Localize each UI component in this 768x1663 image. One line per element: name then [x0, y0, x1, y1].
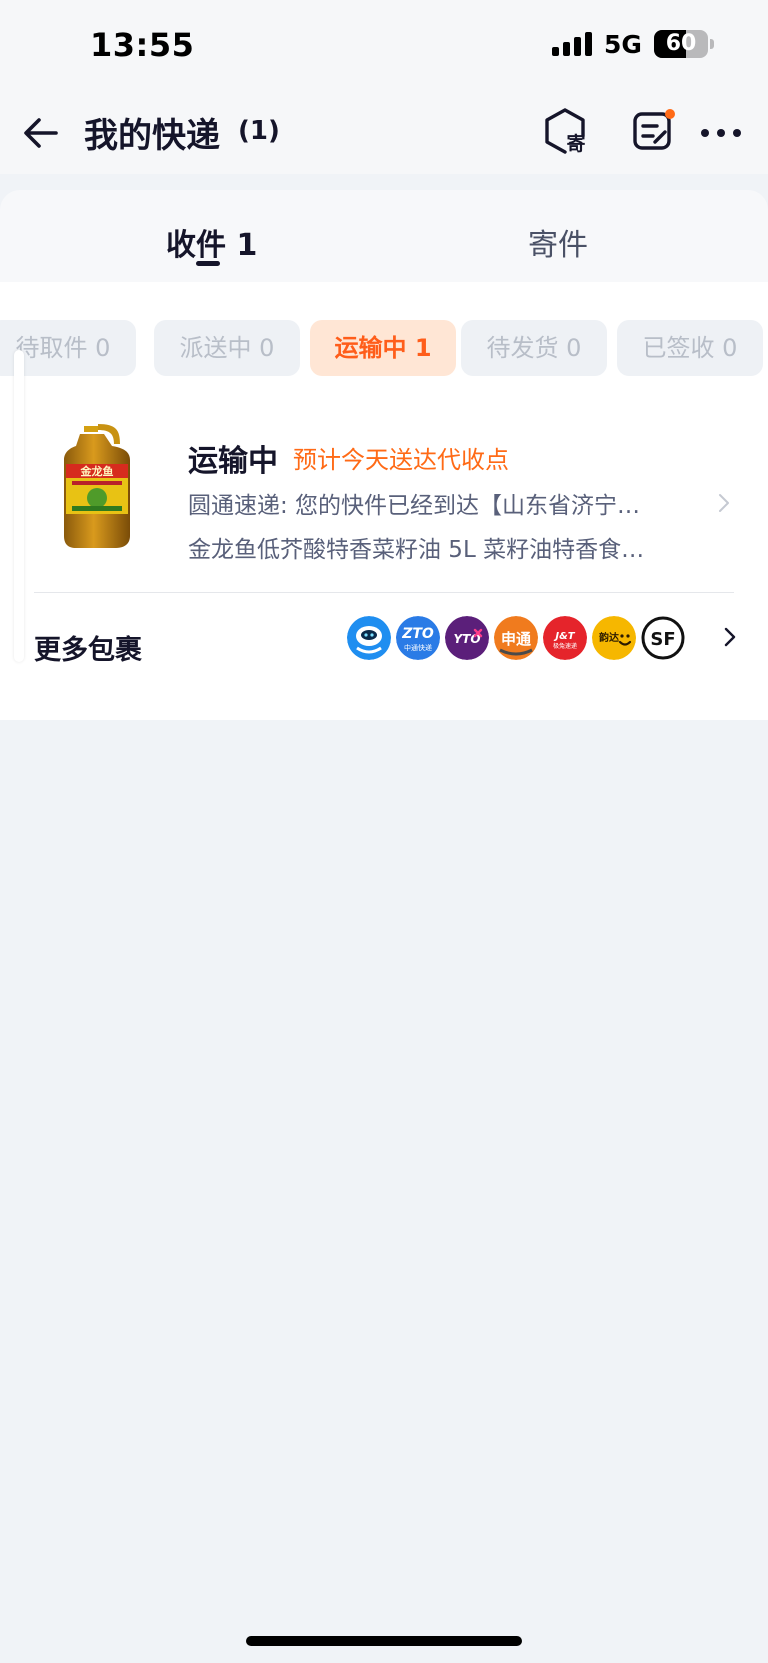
jt-express-logo-icon: J&T 极兔速递 [543, 616, 587, 660]
package-card[interactable]: 金龙鱼 运输中 预计今天送达代收点 圆通速递: 您的快件已经到达【山东省济宁… … [0, 392, 768, 592]
main-card: 收件 1 寄件 待取件 0 派送中 0 运输中 1 待发货 0 已签收 0 金龙… [0, 190, 768, 720]
more-options-icon[interactable] [696, 110, 746, 156]
product-image: 金龙鱼 [64, 424, 130, 548]
filter-chip-signed[interactable]: 已签收 0 [617, 320, 763, 376]
divider [34, 592, 734, 593]
yunda-logo-text: 韵达 [599, 631, 619, 644]
product-name: 金龙鱼低芥酸特香菜籽油 5L 菜籽油特香食… [188, 537, 645, 563]
scrollbar[interactable] [14, 350, 24, 662]
notes-icon[interactable] [628, 106, 678, 156]
status-filter-bar: 待取件 0 派送中 0 运输中 1 待发货 0 已签收 0 [0, 320, 768, 376]
status-time: 13:55 [90, 26, 195, 64]
jt-logo-subtext: 极兔速递 [553, 642, 577, 650]
jt-logo-text: J&T [553, 631, 575, 642]
cellular-signal-icon [552, 30, 592, 56]
filter-chip-in-transit[interactable]: 运输中 1 [310, 320, 456, 376]
filter-chip-delivering[interactable]: 派送中 0 [154, 320, 300, 376]
send-badge-label: 寄 [566, 132, 585, 155]
nav-bar: 我的快递 (1) 寄 [0, 92, 768, 174]
more-packages-label: 更多包裹 [34, 635, 142, 666]
zto-logo-icon: ZTO 中通快递 [396, 616, 440, 660]
yunda-logo-icon: 韵达 [592, 616, 636, 660]
package-status: 运输中 [188, 444, 278, 479]
send-package-icon[interactable]: 寄 [540, 106, 590, 156]
tab-send[interactable]: 寄件 [528, 220, 588, 264]
battery-cap [710, 39, 714, 49]
yto-logo-icon: YTO [445, 616, 489, 660]
chevron-right-icon [724, 627, 736, 647]
package-eta: 预计今天送达代收点 [293, 446, 509, 474]
tab-receive[interactable]: 收件 1 [166, 220, 257, 264]
status-bar: 13:55 5G 60 [0, 0, 768, 92]
page-title-count: (1) [238, 116, 280, 146]
sto-logo-icon: 申通 [494, 616, 538, 660]
sf-express-logo-icon: SF [641, 616, 685, 660]
active-tab-indicator [196, 261, 220, 266]
sto-logo-text: 申通 [501, 630, 531, 648]
product-brand-label: 金龙鱼 [80, 464, 114, 478]
chevron-right-icon [719, 494, 729, 512]
tracking-update: 圆通速递: 您的快件已经到达【山东省济宁… [188, 493, 641, 519]
page-title: 我的快递 [84, 116, 220, 156]
battery-icon: 60 [654, 30, 708, 58]
network-type: 5G [604, 30, 642, 59]
sf-logo-text: SF [650, 629, 675, 650]
zto-logo-text: ZTO [401, 626, 434, 642]
package-list-area: 待取件 0 派送中 0 运输中 1 待发货 0 已签收 0 金龙鱼 运输中 预计… [0, 282, 768, 720]
zto-logo-subtext: 中通快递 [404, 643, 432, 652]
filter-chip-awaiting-shipment[interactable]: 待发货 0 [461, 320, 607, 376]
battery-level: 60 [665, 31, 697, 56]
back-arrow-icon[interactable] [20, 112, 62, 154]
cainiao-logo-icon [347, 616, 391, 660]
home-indicator[interactable] [246, 1636, 522, 1646]
notification-dot [665, 109, 675, 119]
more-packages-row[interactable]: 更多包裹 ZTO 中通快递 YTO 申通 J&T 极兔速递 韵达 SF [0, 600, 768, 690]
